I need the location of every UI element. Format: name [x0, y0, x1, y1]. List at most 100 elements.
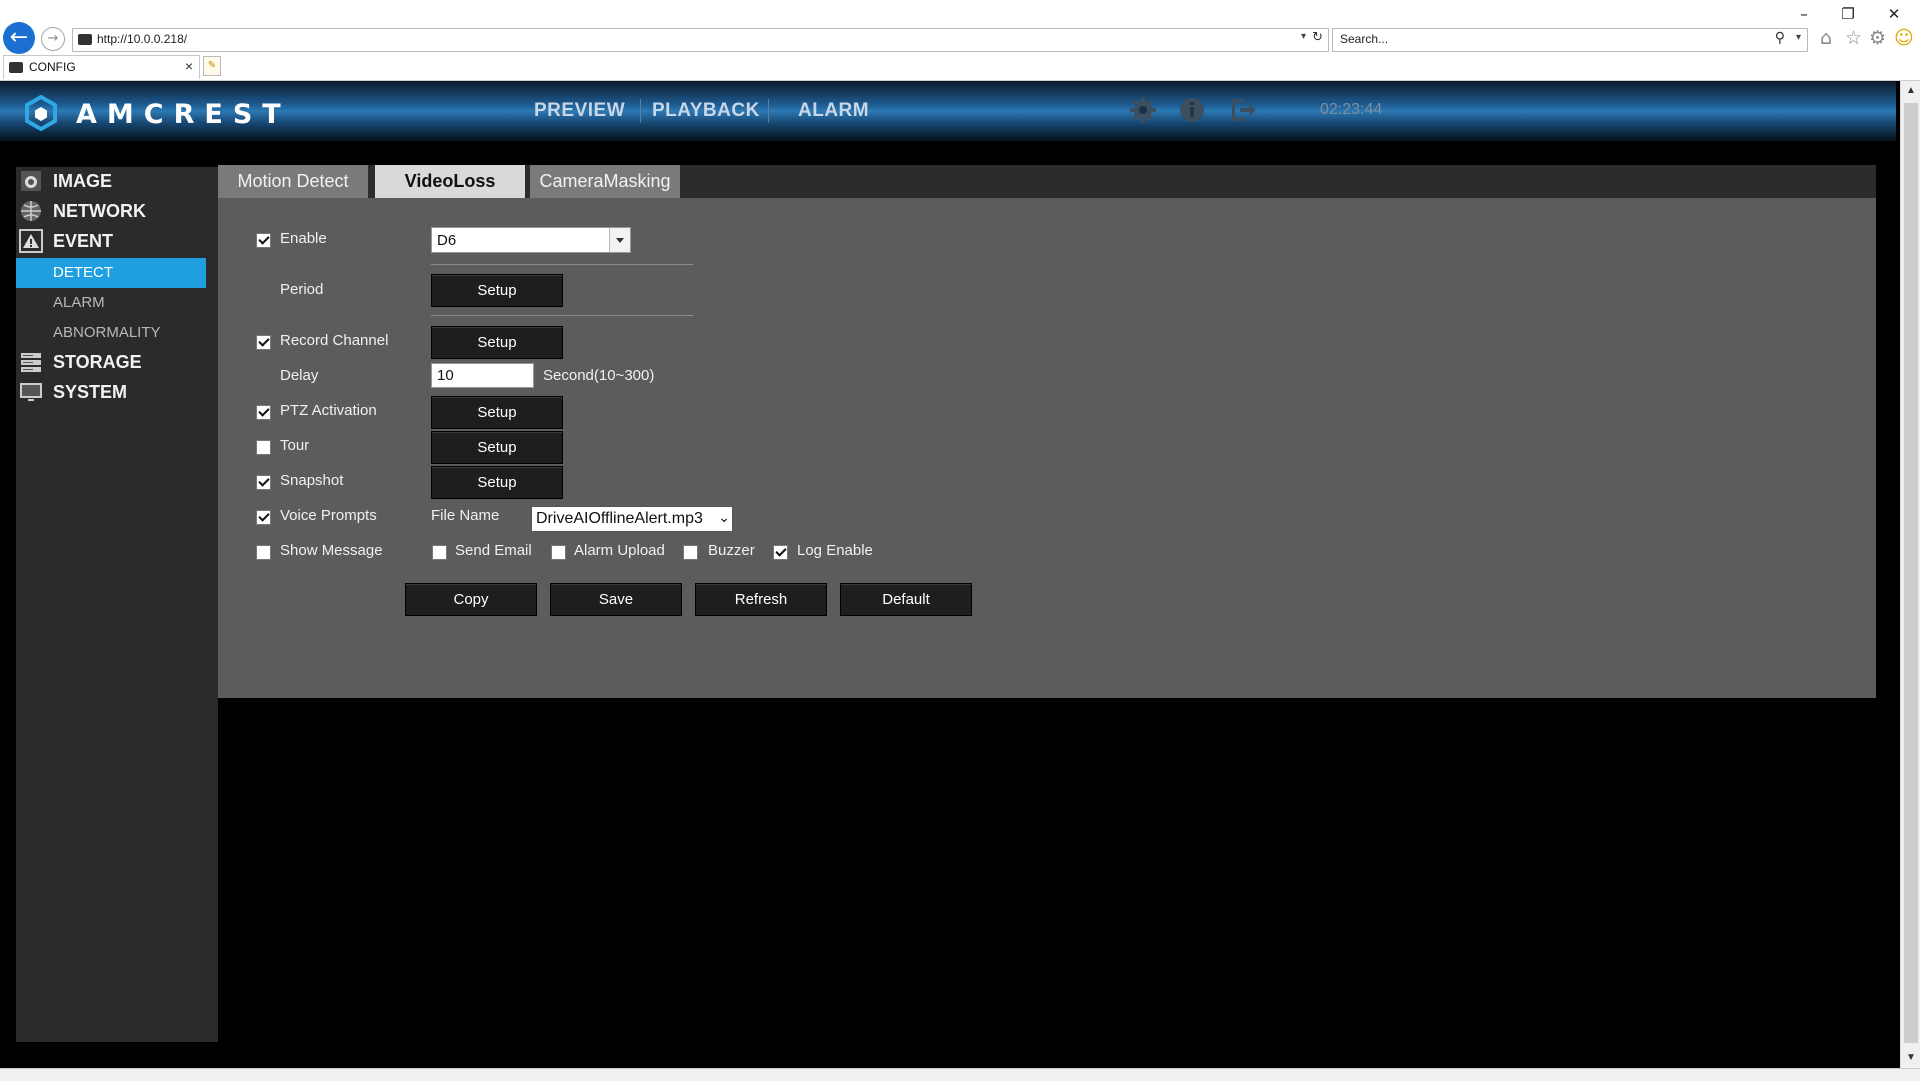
arrow-right-icon: → [47, 31, 59, 46]
new-tab-icon: ✎ [207, 60, 217, 71]
logo-text: AMCREST [76, 99, 291, 130]
tab-title: CONFIG [29, 60, 76, 74]
tour-checkbox[interactable] [256, 440, 271, 455]
gear-icon[interactable]: ⚙ [1869, 27, 1886, 49]
nav-separator [640, 99, 641, 123]
tab-favicon-icon [9, 62, 23, 73]
buzzer-checkbox[interactable] [683, 545, 698, 560]
enable-checkbox[interactable] [256, 233, 271, 248]
browser-chrome: – ❐ ✕ ← → http://10.0.0.218/ ▾ ↻ Search.… [0, 0, 1920, 81]
logo-mark-icon [25, 95, 57, 131]
sidebar-item-system[interactable]: SYSTEM [16, 378, 206, 406]
ptz-setup-button[interactable]: Setup [431, 396, 563, 429]
sidebar-item-label: STORAGE [53, 352, 142, 372]
address-dropdown-icon[interactable]: ▾ [1301, 31, 1306, 42]
file-name-value: DriveAIOfflineAlert.mp3 [536, 510, 703, 527]
sidebar-item-label: NETWORK [53, 201, 146, 221]
voice-prompts-checkbox[interactable] [256, 510, 271, 525]
refresh-icon[interactable]: ↻ [1312, 30, 1323, 45]
tab-close-icon[interactable]: × [185, 58, 193, 74]
forward-button[interactable]: → [41, 27, 65, 51]
sidebar-item-label: IMAGE [53, 171, 113, 191]
sidebar-subitem-detect[interactable]: DETECT [16, 258, 206, 288]
new-tab-button[interactable]: ✎ [203, 56, 221, 76]
snapshot-label: Snapshot [280, 472, 344, 489]
close-window-button[interactable]: ✕ [1874, 4, 1914, 24]
arrow-left-icon: ← [9, 25, 29, 50]
nav-playback[interactable]: PLAYBACK [652, 100, 760, 122]
snapshot-setup-button[interactable]: Setup [431, 466, 563, 499]
sidebar-subitem-label: DETECT [53, 264, 113, 281]
search-icon[interactable]: ⚲ [1775, 30, 1785, 46]
channel-select[interactable]: D6 [431, 227, 631, 253]
tab-videoloss[interactable]: VideoLoss [375, 165, 525, 198]
copy-button[interactable]: Copy [405, 583, 537, 616]
enable-label: Enable [280, 230, 327, 247]
smiley-icon[interactable]: ☺ [1894, 27, 1914, 49]
tab-motion-detect[interactable]: Motion Detect [218, 165, 368, 198]
save-button[interactable]: Save [550, 583, 682, 616]
tour-setup-button[interactable]: Setup [431, 431, 563, 464]
sidebar: IMAGE NETWORK EVENT DETECT ALARM ABNORMA… [16, 167, 218, 1042]
sidebar-subitem-label: ALARM [53, 294, 105, 311]
scroll-down-icon[interactable]: ▼ [1901, 1048, 1920, 1068]
logout-icon[interactable] [1228, 95, 1258, 125]
sidebar-item-event[interactable]: EVENT [16, 227, 206, 255]
show-message-label: Show Message [280, 542, 383, 559]
period-label: Period [280, 281, 324, 298]
browser-tab[interactable]: CONFIG × [3, 55, 200, 79]
clock: 02:23:44 [1320, 101, 1383, 118]
show-message-checkbox[interactable] [256, 545, 271, 560]
restore-button[interactable]: ❐ [1828, 4, 1868, 24]
ptz-activation-checkbox[interactable] [256, 405, 271, 420]
sidebar-item-label: SYSTEM [53, 382, 128, 402]
settings-gear-icon[interactable] [1128, 95, 1158, 125]
sidebar-item-storage[interactable]: STORAGE [16, 348, 206, 376]
delay-unit-label: Second(10~300) [543, 367, 655, 384]
nav-alarm[interactable]: ALARM [798, 100, 869, 122]
channel-value: D6 [437, 232, 457, 249]
search-dropdown-icon[interactable]: ▾ [1796, 32, 1801, 43]
voice-prompts-label: Voice Prompts [280, 507, 377, 524]
page-scrollbar[interactable]: ▲ ▼ [1900, 81, 1920, 1068]
file-name-label: File Name [431, 507, 500, 524]
alarm-upload-label: Alarm Upload [574, 542, 665, 559]
sidebar-subitem-abnormality[interactable]: ABNORMALITY [16, 318, 206, 348]
home-icon[interactable]: ⌂ [1820, 27, 1832, 49]
default-button[interactable]: Default [840, 583, 972, 616]
file-name-select[interactable]: DriveAIOfflineAlert.mp3 ⌄ [531, 506, 733, 532]
period-setup-button[interactable]: Setup [431, 274, 563, 307]
ptz-activation-label: PTZ Activation [280, 402, 377, 419]
scroll-up-icon[interactable]: ▲ [1901, 81, 1920, 101]
back-button[interactable]: ← [3, 22, 35, 54]
browser-search-input[interactable]: Search... ⚲ ▾ [1332, 28, 1808, 52]
storage-icon [21, 353, 41, 372]
refresh-button[interactable]: Refresh [695, 583, 827, 616]
favicon-icon [78, 34, 92, 45]
log-enable-checkbox[interactable] [773, 545, 788, 560]
record-channel-setup-button[interactable]: Setup [431, 326, 563, 359]
send-email-checkbox[interactable] [432, 545, 447, 560]
nav-preview[interactable]: PREVIEW [534, 100, 625, 122]
tab-camera-masking[interactable]: CameraMasking [530, 165, 680, 198]
send-email-label: Send Email [455, 542, 532, 559]
monitor-icon [20, 383, 42, 401]
record-channel-checkbox[interactable] [256, 335, 271, 350]
star-icon[interactable]: ☆ [1845, 27, 1862, 49]
info-icon[interactable] [1177, 95, 1207, 125]
alarm-upload-checkbox[interactable] [551, 545, 566, 560]
chevron-down-icon[interactable] [609, 228, 630, 252]
sidebar-subitem-alarm[interactable]: ALARM [16, 288, 206, 318]
scroll-thumb[interactable] [1904, 103, 1918, 1043]
globe-icon [21, 201, 41, 221]
camera-icon [21, 171, 41, 191]
address-text: http://10.0.0.218/ [97, 32, 188, 46]
minimize-button[interactable]: – [1784, 4, 1824, 24]
chevron-down-icon[interactable]: ⌄ [718, 510, 730, 526]
sidebar-item-image[interactable]: IMAGE [16, 167, 206, 195]
sidebar-item-label: EVENT [53, 231, 114, 251]
delay-input[interactable] [431, 363, 534, 388]
snapshot-checkbox[interactable] [256, 475, 271, 490]
address-bar[interactable]: http://10.0.0.218/ ▾ ↻ [72, 28, 1329, 52]
sidebar-item-network[interactable]: NETWORK [16, 197, 206, 225]
